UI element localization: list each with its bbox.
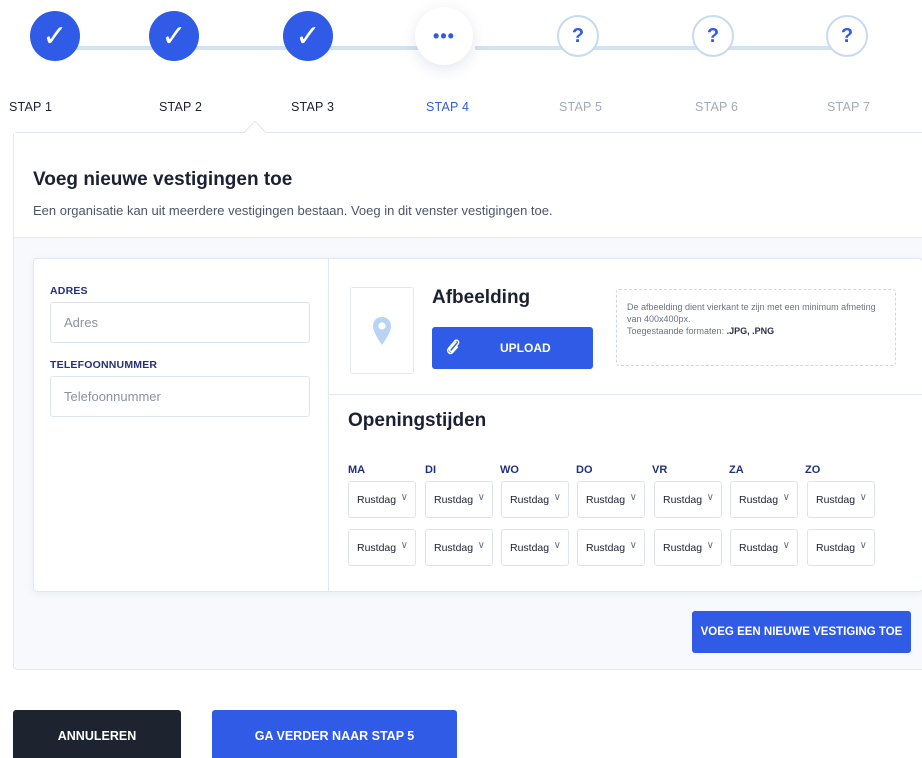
next-step-button[interactable]: GA VERDER NAAR STAP 5: [212, 710, 457, 758]
image-hint-text: De afbeelding dient vierkant te zijn met…: [627, 302, 876, 324]
day-label-ma: MA: [348, 464, 366, 476]
hours-select-ma-1[interactable]: Rustdag ∨: [348, 481, 416, 518]
hours-select-vr-1[interactable]: Rustdag ∨: [654, 481, 722, 518]
hours-select-value: Rustdag: [663, 542, 703, 554]
opening-hours-heading: Openingstijden: [348, 410, 487, 431]
upload-button[interactable]: UPLOAD: [432, 327, 593, 369]
day-label-do: DO: [576, 464, 593, 476]
chevron-down-icon: ∨: [477, 540, 485, 551]
chevron-down-icon: ∨: [706, 492, 714, 503]
phone-input[interactable]: [50, 376, 310, 417]
check-icon: ✓: [149, 11, 199, 61]
contact-column: ADRES TELEFOONNUMMER: [34, 259, 329, 591]
hours-select-vr-2[interactable]: Rustdag ∨: [654, 529, 722, 566]
chevron-down-icon: ∨: [400, 540, 408, 551]
page-title: Voeg nieuwe vestigingen toe: [33, 169, 293, 190]
chevron-down-icon: ∨: [477, 492, 485, 503]
ellipsis-icon: •••: [415, 7, 473, 65]
chevron-down-icon: ∨: [782, 540, 790, 551]
chevron-down-icon: ∨: [859, 540, 867, 551]
hours-select-value: Rustdag: [510, 542, 550, 554]
hours-select-wo-1[interactable]: Rustdag ∨: [501, 481, 569, 518]
question-icon: ?: [692, 15, 734, 57]
image-preview: [350, 287, 414, 374]
step-7-label: STAP 7: [827, 100, 871, 114]
step-2-label: STAP 2: [159, 100, 203, 114]
hours-select-wo-2[interactable]: Rustdag ∨: [501, 529, 569, 566]
location-panel: Voeg nieuwe vestigingen toe Een organisa…: [13, 132, 922, 670]
hours-select-value: Rustdag: [816, 542, 856, 554]
step-3-label: STAP 3: [291, 100, 335, 114]
hours-select-value: Rustdag: [510, 494, 550, 506]
hours-select-ma-2[interactable]: Rustdag ∨: [348, 529, 416, 566]
step-1-label: STAP 1: [9, 100, 53, 114]
chevron-down-icon: ∨: [553, 540, 561, 551]
image-requirements: De afbeelding dient vierkant te zijn met…: [616, 289, 896, 366]
location-form: ADRES TELEFOONNUMMER Afbeelding UPLOAD D…: [33, 258, 922, 592]
add-location-button[interactable]: VOEG EEN NIEUWE VESTIGING TOE: [692, 611, 911, 653]
section-divider: [329, 394, 922, 395]
day-label-vr: VR: [652, 464, 668, 476]
day-label-wo: WO: [500, 464, 519, 476]
question-icon: ?: [826, 15, 868, 57]
image-formats-prefix: Toegestaande formaten:: [627, 326, 727, 336]
address-input[interactable]: [50, 302, 310, 343]
stepper: ✓ STAP 1 ✓ STAP 2 ✓ STAP 3 ••• STAP 4 ? …: [0, 0, 922, 130]
page-subtitle: Een organisatie kan uit meerdere vestigi…: [33, 203, 553, 218]
hours-select-do-1[interactable]: Rustdag ∨: [577, 481, 645, 518]
hours-select-value: Rustdag: [586, 494, 626, 506]
cancel-button[interactable]: ANNULEREN: [13, 710, 181, 758]
upload-label: UPLOAD: [500, 341, 551, 355]
hours-select-value: Rustdag: [357, 494, 397, 506]
step-5[interactable]: ? STAP 5: [526, 0, 646, 130]
hours-select-za-1[interactable]: Rustdag ∨: [730, 481, 798, 518]
day-label-di: DI: [425, 464, 436, 476]
question-icon: ?: [557, 15, 599, 57]
chevron-down-icon: ∨: [629, 540, 637, 551]
step-3[interactable]: ✓ STAP 3: [256, 0, 376, 130]
hours-select-zo-1[interactable]: Rustdag ∨: [807, 481, 875, 518]
step-6[interactable]: ? STAP 6: [661, 0, 781, 130]
hours-select-value: Rustdag: [739, 494, 779, 506]
hours-select-do-2[interactable]: Rustdag ∨: [577, 529, 645, 566]
panel-header: Voeg nieuwe vestigingen toe Een organisa…: [14, 133, 922, 238]
chevron-down-icon: ∨: [706, 540, 714, 551]
step-4[interactable]: ••• STAP 4: [392, 0, 512, 130]
step-4-label: STAP 4: [426, 100, 470, 114]
day-label-za: ZA: [729, 464, 744, 476]
chevron-down-icon: ∨: [553, 492, 561, 503]
chevron-down-icon: ∨: [629, 492, 637, 503]
hours-select-zo-2[interactable]: Rustdag ∨: [807, 529, 875, 566]
chevron-down-icon: ∨: [400, 492, 408, 503]
step-6-label: STAP 6: [695, 100, 739, 114]
address-label: ADRES: [50, 285, 88, 297]
chevron-down-icon: ∨: [859, 492, 867, 503]
hours-select-value: Rustdag: [586, 542, 626, 554]
chevron-down-icon: ∨: [782, 492, 790, 503]
day-label-zo: ZO: [805, 464, 821, 476]
step-2[interactable]: ✓ STAP 2: [122, 0, 242, 130]
check-icon: ✓: [283, 11, 333, 61]
step-1[interactable]: ✓ STAP 1: [3, 0, 123, 130]
location-pin-icon: [373, 316, 391, 345]
paperclip-icon: [446, 339, 460, 355]
hours-select-di-2[interactable]: Rustdag ∨: [425, 529, 493, 566]
image-formats: .JPG, .PNG: [726, 326, 775, 336]
hours-select-za-2[interactable]: Rustdag ∨: [730, 529, 798, 566]
step-7[interactable]: ? STAP 7: [795, 0, 915, 130]
step-5-label: STAP 5: [559, 100, 603, 114]
hours-select-value: Rustdag: [434, 542, 474, 554]
phone-label: TELEFOONNUMMER: [50, 359, 158, 371]
hours-select-value: Rustdag: [434, 494, 474, 506]
hours-select-value: Rustdag: [663, 494, 703, 506]
image-heading: Afbeelding: [432, 287, 531, 308]
hours-select-value: Rustdag: [739, 542, 779, 554]
hours-select-di-1[interactable]: Rustdag ∨: [425, 481, 493, 518]
check-icon: ✓: [30, 11, 80, 61]
hours-select-value: Rustdag: [357, 542, 397, 554]
hours-select-value: Rustdag: [816, 494, 856, 506]
